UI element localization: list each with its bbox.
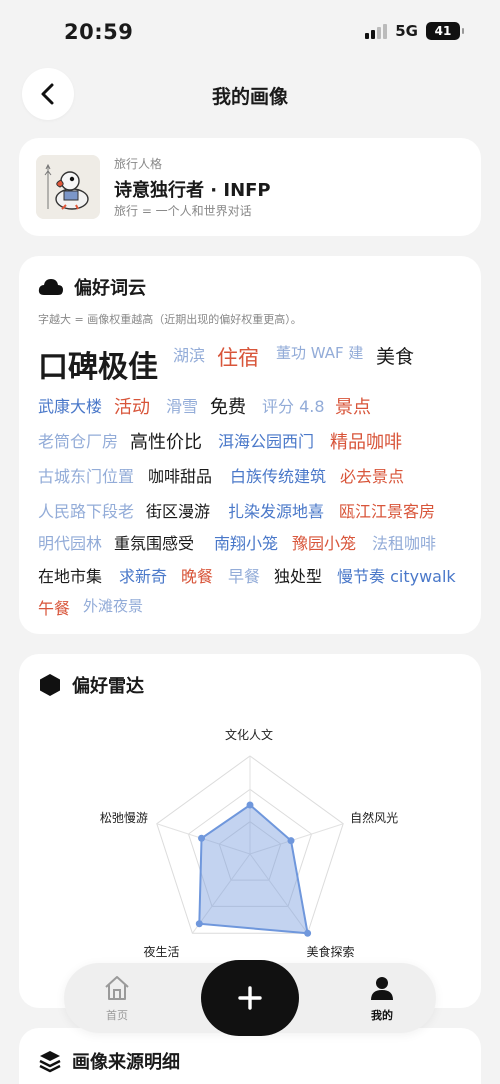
word-cloud-item: 豫园小笼	[292, 534, 357, 553]
radar-card: 偏好雷达 文化人文自然风光美食探索 夜生活 松弛慢游	[19, 654, 481, 1008]
word-cloud-item: 扎染发源地喜	[228, 502, 325, 521]
word-cloud-item: 滑雪	[166, 397, 199, 416]
word-cloud-header: 偏好词云	[38, 274, 146, 300]
user-icon	[371, 977, 393, 1000]
word-cloud-item: 免费	[210, 397, 246, 418]
word-cloud-title: 偏好词云	[74, 278, 146, 299]
radar-area	[198, 803, 309, 935]
word-cloud-item: 重氛围感受	[114, 534, 195, 553]
status-bar: 20:59 5G 41	[0, 0, 500, 64]
word-cloud-item: 明代园林	[38, 534, 103, 553]
word-cloud-item: 街区漫游	[146, 502, 211, 521]
radar-point	[198, 834, 206, 842]
radar-point	[195, 920, 203, 928]
add-button[interactable]	[201, 960, 299, 1036]
word-cloud-item: 高性价比	[130, 432, 202, 453]
word-cloud-item: 活动	[114, 397, 150, 418]
tab-home-label: 首页	[106, 1009, 128, 1022]
persona-description: 旅行 = 一个人和世界对话	[114, 204, 252, 218]
network-type: 5G	[395, 22, 418, 40]
word-cloud-item: 口碑极佳	[38, 350, 158, 385]
plus-icon	[238, 986, 262, 1010]
word-cloud-item: 咖啡甜品	[148, 467, 213, 486]
word-cloud-item: 早餐	[228, 567, 261, 586]
word-cloud-item: 在地市集	[38, 567, 103, 586]
word-cloud-item: 必去景点	[340, 467, 405, 486]
word-cloud-item: 白族传统建筑	[230, 467, 327, 486]
battery-icon: 41	[426, 22, 464, 40]
persona-kicker: 旅行人格	[114, 157, 163, 171]
word-cloud-item: 南翔小笼	[214, 534, 279, 553]
radar-header: 偏好雷达	[38, 672, 144, 698]
radar-point	[304, 929, 312, 937]
hexagon-icon	[40, 674, 60, 696]
cloud-icon	[38, 279, 63, 295]
radar-title: 偏好雷达	[72, 676, 144, 697]
word-cloud-item: 美食	[376, 346, 415, 368]
word-cloud-item: 独处型	[274, 567, 323, 586]
word-cloud-item: 武康大楼	[38, 397, 103, 416]
source-card[interactable]: 画像来源明细	[19, 1028, 481, 1084]
word-cloud-item: 求新奇	[119, 567, 168, 586]
bottom-tab-bar: 首页 我的	[64, 960, 436, 1036]
page-title: 我的画像	[211, 86, 288, 108]
radar-axis-label: 文化人文	[225, 728, 274, 742]
word-cloud-item: 洱海公园西门	[218, 432, 315, 451]
word-cloud-item: 精品咖啡	[330, 432, 402, 453]
word-cloud-item: 董功 WAF 建	[276, 344, 364, 362]
persona-name: 诗意独行者 · INFP	[114, 180, 271, 201]
battery-level: 41	[434, 24, 452, 38]
source-header: 画像来源明细	[38, 1048, 180, 1074]
radar-point	[246, 801, 254, 809]
persona-card[interactable]: 旅行人格 诗意独行者 · INFP 旅行 = 一个人和世界对话	[19, 138, 481, 236]
word-cloud-item: 午餐	[38, 599, 71, 618]
word-cloud-item: 湖滨	[173, 346, 206, 365]
word-cloud-item: 古城东门位置	[38, 467, 135, 486]
word-cloud-item: 老筒仓厂房	[38, 432, 119, 451]
tab-me[interactable]: 我的	[352, 975, 412, 1023]
radar-axis-label: 自然风光	[350, 810, 399, 825]
tab-home[interactable]: 首页	[87, 975, 147, 1023]
nav-header: 我的画像	[0, 66, 500, 122]
persona-avatar	[36, 155, 100, 219]
signal-icon	[365, 23, 388, 39]
word-cloud-item: 慢节奏 citywalk	[337, 567, 456, 586]
word-cloud-item: 晚餐	[181, 567, 214, 586]
radar-point	[287, 837, 295, 845]
word-cloud-card: 偏好词云 字越大 = 画像权重越高（近期出现的偏好权重更高）。 口碑极佳 湖滨 住宿…	[19, 256, 481, 634]
tab-me-label: 我的	[371, 1009, 393, 1022]
word-cloud-note: 字越大 = 画像权重越高（近期出现的偏好权重更高）。	[38, 313, 302, 326]
word-cloud-item: 人民路下段老	[38, 502, 135, 521]
radar-axis-label: 松弛慢游	[99, 810, 148, 825]
radar-axis-label: 美食探索	[306, 945, 355, 960]
layers-icon	[39, 1051, 61, 1073]
word-cloud-item: 评分 4.8	[262, 397, 325, 416]
home-icon	[105, 976, 129, 1000]
word-cloud-item: 景点	[335, 397, 371, 418]
word-cloud-item: 瓯江江景客房	[339, 502, 436, 521]
status-time: 20:59	[64, 20, 134, 44]
duck-illustration-icon	[36, 155, 100, 219]
word-cloud-item: 外滩夜景	[83, 597, 144, 615]
status-indicators: 5G 41	[365, 22, 464, 40]
radar-axis-label: 夜生活	[143, 945, 180, 960]
word-cloud-item: 法租咖啡	[372, 534, 437, 553]
source-title: 画像来源明细	[72, 1052, 180, 1073]
word-cloud-item: 住宿	[217, 346, 259, 370]
